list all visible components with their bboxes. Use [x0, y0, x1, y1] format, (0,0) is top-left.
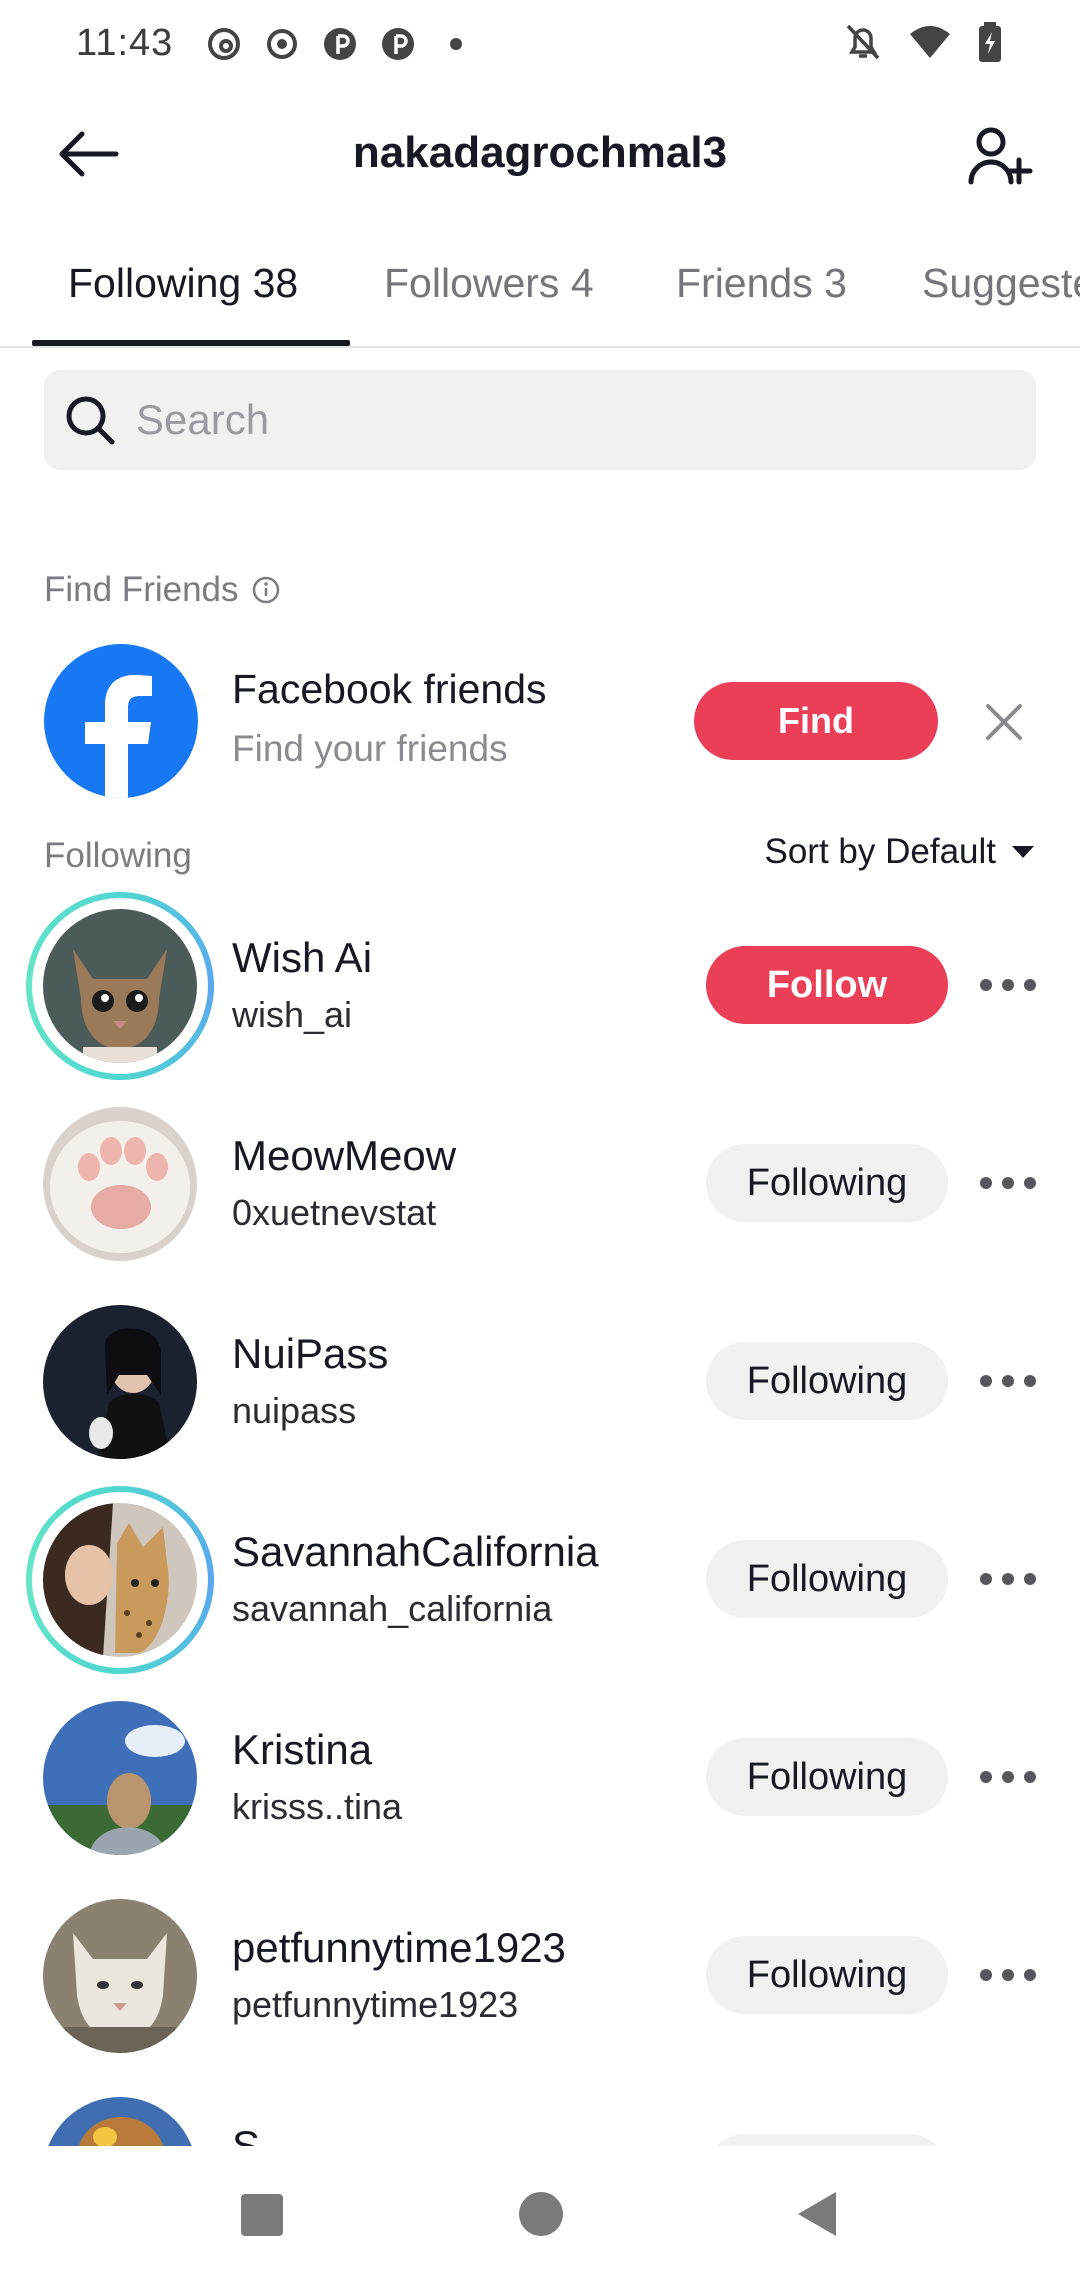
more-options-icon[interactable] [980, 1764, 1036, 1790]
following-list: Wish Ai wish_ai Follow MeowMeow 0xuetnev… [0, 888, 1080, 2146]
search-bar[interactable] [44, 370, 1036, 470]
tab-suggested[interactable]: Suggested [922, 260, 1080, 307]
active-tab-indicator [32, 340, 350, 346]
sort-dropdown[interactable]: Sort by Default [765, 832, 1037, 872]
add-user-button[interactable] [960, 118, 1040, 194]
recent-apps-button[interactable] [241, 2194, 283, 2236]
story-ring[interactable] [26, 892, 214, 1080]
close-icon [986, 704, 1022, 740]
avatar [43, 1107, 197, 1261]
user-name: S [232, 2122, 261, 2146]
avatar [43, 909, 197, 1063]
header: nakadagrochmal3 [0, 100, 1080, 210]
following-button[interactable]: Following [706, 1936, 948, 2014]
status-bar: 11:43 [0, 0, 1080, 88]
record-icon [267, 29, 297, 59]
avatar [43, 1305, 197, 1459]
facebook-icon [44, 644, 198, 798]
tab-friends[interactable]: Friends 3 [676, 260, 847, 307]
list-item[interactable]: MeowMeow 0xuetnevstat Following [0, 1086, 1080, 1284]
threads-icon [208, 28, 240, 60]
more-options-icon[interactable] [980, 1962, 1036, 1988]
list-item[interactable]: petfunnytime1923 petfunnytime1923 Follow… [0, 1878, 1080, 2076]
tab-following[interactable]: Following 38 [68, 260, 298, 307]
list-item[interactable]: Kristina krisss..tina Following [0, 1680, 1080, 1878]
status-time: 11:43 [76, 22, 174, 64]
facebook-friends-title: Facebook friends [232, 666, 547, 712]
user-handle: wish_ai [232, 994, 353, 1035]
facebook-friends-row[interactable]: Facebook friends Find your friends Find [0, 640, 1080, 800]
pinterest-icon [324, 28, 356, 60]
status-left-icons [206, 24, 474, 64]
user-name: MeowMeow [232, 1132, 457, 1179]
list-item[interactable]: Wish Ai wish_ai Follow [0, 888, 1080, 1086]
find-friends-label: Find Friends [44, 570, 239, 609]
bell-off-icon [846, 24, 880, 60]
avatar-wrap[interactable] [26, 1288, 214, 1476]
avatar-wrap[interactable] [26, 1882, 214, 2070]
avatar-wrap[interactable] [26, 1684, 214, 1872]
user-handle: savannah_california [232, 1588, 553, 1629]
user-handle: petfunnytime1923 [232, 1984, 519, 2025]
story-ring[interactable] [26, 1486, 214, 1674]
following-button[interactable] [706, 2134, 948, 2146]
find-friends-header: Find Friends [44, 570, 281, 610]
more-options-icon[interactable] [980, 1170, 1036, 1196]
avatar [43, 2097, 197, 2146]
avatar [43, 1899, 197, 2053]
following-button[interactable]: Following [706, 1540, 948, 1618]
list-item[interactable]: NuiPass nuipass Following [0, 1284, 1080, 1482]
user-name: Kristina [232, 1726, 373, 1773]
dot-icon [450, 38, 462, 50]
user-name: petfunnytime1923 [232, 1924, 566, 1971]
search-icon [62, 392, 118, 448]
add-user-icon [968, 127, 1033, 185]
tab-followers[interactable]: Followers 4 [384, 260, 594, 307]
find-button[interactable]: Find [694, 682, 938, 760]
back-triangle-icon[interactable] [794, 2190, 838, 2238]
caret-down-icon [1012, 846, 1034, 858]
following-button[interactable]: Following [706, 1144, 948, 1222]
user-name: SavannahCalifornia [232, 1528, 599, 1575]
user-name: NuiPass [232, 1330, 389, 1377]
user-handle: nuipass [232, 1390, 357, 1431]
more-options-icon[interactable] [980, 972, 1036, 998]
facebook-friends-subtitle: Find your friends [232, 728, 508, 769]
avatar-wrap[interactable] [26, 1090, 214, 1278]
system-navigation-bar [0, 2146, 1080, 2280]
following-section-label: Following [44, 836, 192, 875]
list-item[interactable]: SavannahCalifornia savannah_california F… [0, 1482, 1080, 1680]
home-button[interactable] [519, 2192, 563, 2236]
pinterest-icon [382, 28, 414, 60]
status-right-icons [844, 22, 1002, 62]
more-options-icon[interactable] [980, 1368, 1036, 1394]
avatar-wrap[interactable] [26, 2080, 214, 2146]
follow-button[interactable]: Follow [706, 946, 948, 1024]
user-handle: 0xuetnevstat [232, 1192, 437, 1233]
more-options-icon[interactable] [980, 1566, 1036, 1592]
following-button[interactable]: Following [706, 1342, 948, 1420]
list-item[interactable]: S [0, 2076, 1080, 2146]
info-icon[interactable] [251, 575, 281, 605]
sort-label: Sort by Default [764, 832, 997, 871]
avatar [43, 1701, 197, 1855]
avatar [43, 1503, 197, 1657]
battery-charging-icon [979, 22, 1001, 62]
wifi-icon [910, 26, 950, 58]
following-button[interactable]: Following [706, 1738, 948, 1816]
search-input[interactable] [136, 396, 986, 444]
page-title: nakadagrochmal3 [352, 128, 728, 177]
user-handle: krisss..tina [232, 1786, 403, 1827]
dismiss-button[interactable] [980, 698, 1028, 746]
user-name: Wish Ai [232, 934, 373, 981]
tab-bar: Following 38 Followers 4 Friends 3 Sugge… [0, 240, 1080, 348]
